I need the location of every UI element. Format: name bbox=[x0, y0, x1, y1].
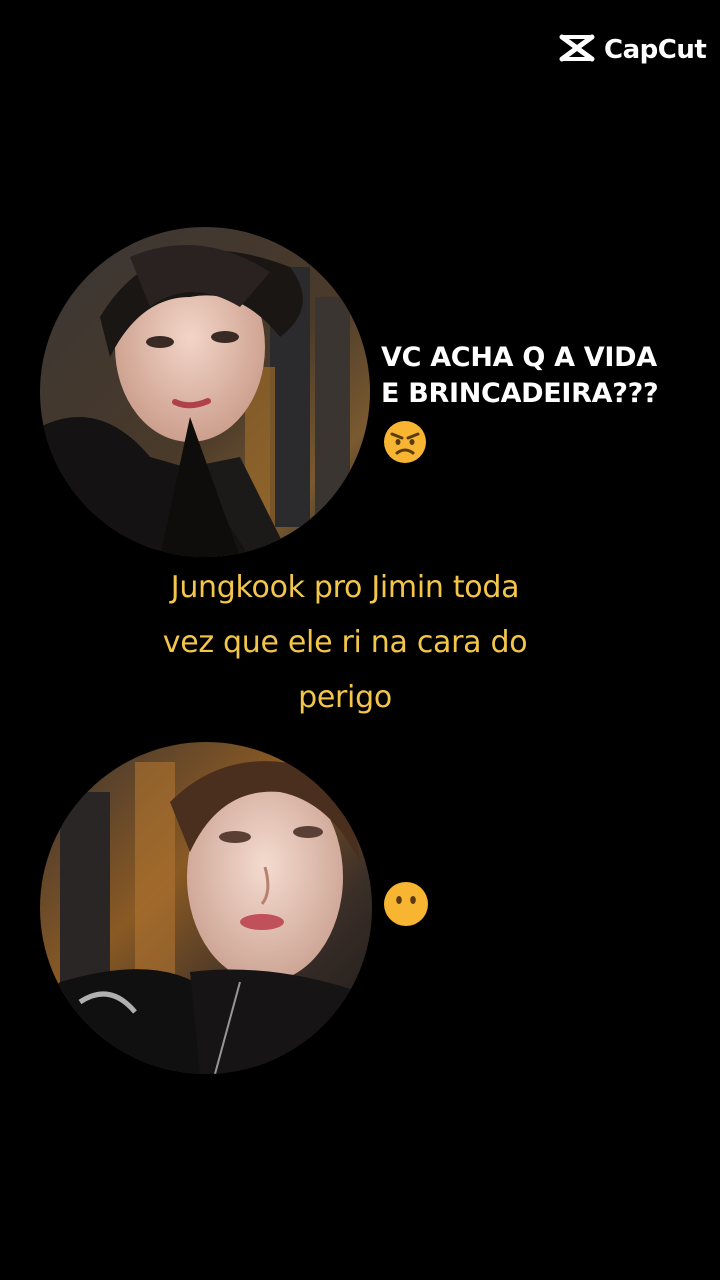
shout-line-2: E BRINCADEIRA??? bbox=[381, 378, 659, 409]
caption-line-3: perigo bbox=[298, 680, 392, 715]
caption-line-2: vez que ele ri na cara do bbox=[162, 625, 528, 660]
shout-text: VC ACHA Q A VIDA E BRINCADEIRA??? bbox=[381, 340, 716, 412]
shout-line-1: VC ACHA Q A VIDA bbox=[381, 342, 657, 373]
face-without-mouth-emoji bbox=[383, 881, 429, 927]
portrait-bottom bbox=[40, 742, 372, 1074]
capcut-brand-text: CapCut bbox=[604, 35, 707, 65]
angry-face-emoji bbox=[383, 420, 427, 464]
capcut-watermark: CapCut bbox=[558, 30, 707, 70]
caption-line-1: Jungkook pro Jimin toda bbox=[170, 570, 520, 605]
portrait-top bbox=[40, 227, 370, 557]
caption-text: Jungkook pro Jimin toda vez que ele ri n… bbox=[110, 560, 580, 725]
capcut-logo-icon bbox=[558, 33, 596, 67]
